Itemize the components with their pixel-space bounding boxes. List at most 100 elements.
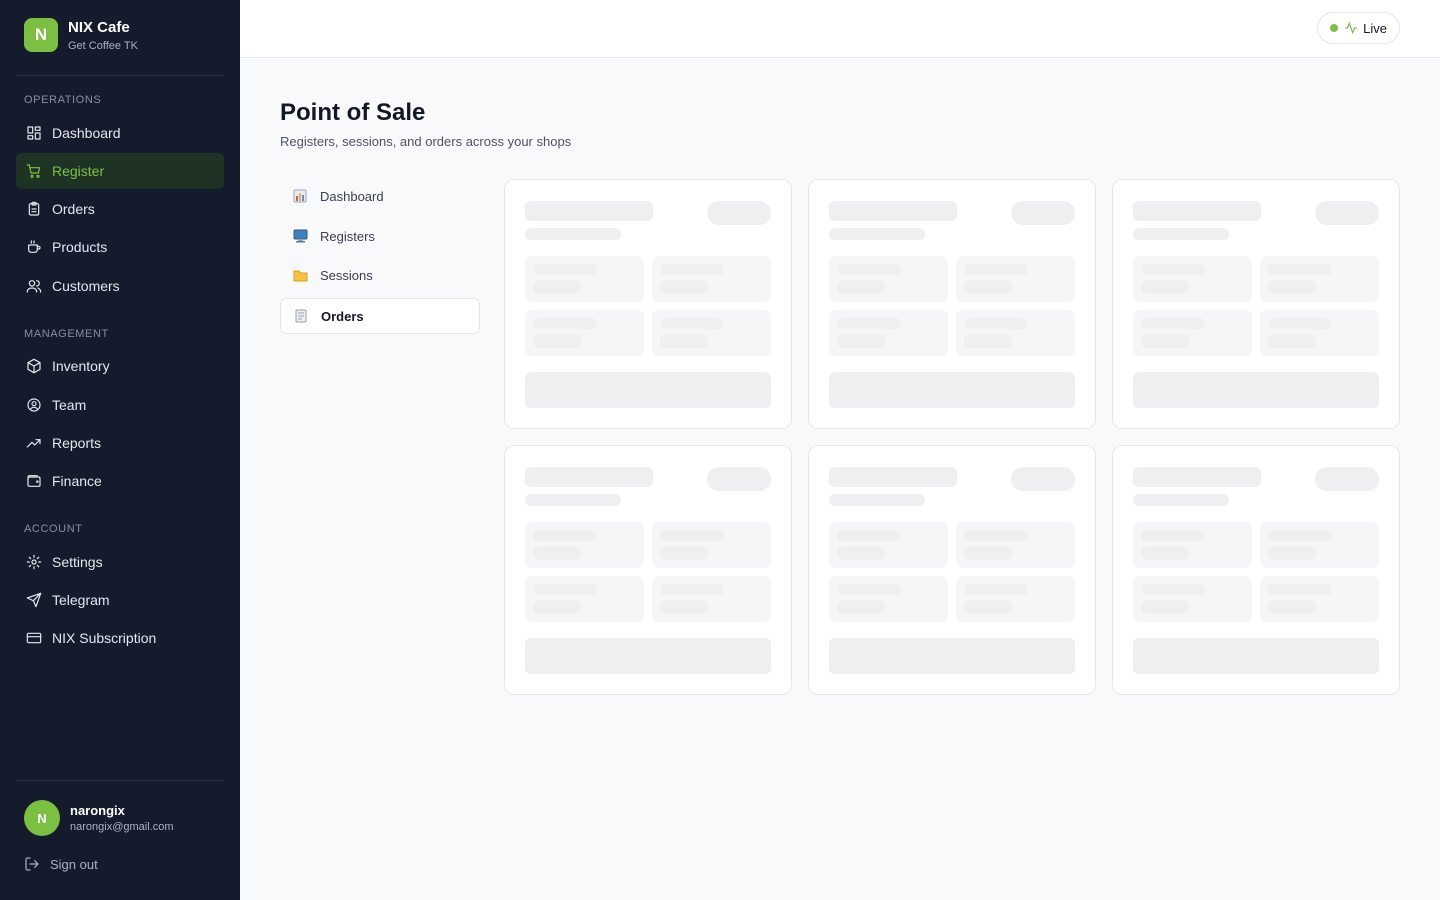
send-icon [26,592,42,608]
brand[interactable]: N NIX Cafe Get Coffee TK [24,18,138,52]
skeleton-stat-value [1141,546,1189,560]
skeleton-stat-label [660,264,724,275]
skeleton-stat-label [1268,264,1332,275]
live-status-badge[interactable]: Live [1317,12,1400,44]
skeleton-action-button [1133,372,1379,408]
skeleton-stat-box [829,522,948,568]
subnav-item-label: Orders [321,308,364,324]
sidebar-item-register[interactable]: Register [16,153,224,189]
skeleton-stat-value [533,280,581,294]
skeleton-stat-label [837,264,901,275]
skeleton-stat-value [660,280,708,294]
folder-icon [292,267,308,283]
sidebar-item-inventory[interactable]: Inventory [16,348,224,384]
skeleton-action-button [525,638,771,674]
skeleton-stat-value [837,334,885,348]
skeleton-action-button [829,372,1075,408]
gear-icon [26,554,42,570]
skeleton-stat-label [837,584,901,595]
sidebar-item-label: Telegram [52,592,110,608]
skeleton-stat-label [964,318,1028,329]
skeleton-card [808,179,1096,429]
skeleton-card [1112,445,1400,695]
sign-out-label: Sign out [50,856,98,872]
subnav-item-label: Sessions [320,267,373,283]
avatar: N [24,800,60,836]
skeleton-title [1133,467,1261,487]
skeleton-stat-box [956,522,1075,568]
clipboard-icon [26,201,42,217]
user-profile[interactable]: N narongix narongix@gmail.com [24,800,174,836]
sidebar-item-finance[interactable]: Finance [16,463,224,499]
sidebar-item-label: Reports [52,435,102,451]
skeleton-stat-box [1133,310,1252,356]
skeleton-stat-label [1268,318,1332,329]
sidebar-item-label: Settings [52,554,103,570]
skeleton-subtitle [829,494,925,506]
skeleton-stat-label [660,584,724,595]
skeleton-stat-label [964,530,1028,541]
sidebar-divider [16,780,224,781]
skeleton-stat-label [660,530,724,541]
sidebar-item-dashboard[interactable]: Dashboard [16,115,224,151]
live-label: Live [1363,20,1387,36]
sidebar-item-team[interactable]: Team [16,387,224,423]
skeleton-stat-box [829,256,948,302]
sidebar-item-label: Orders [52,201,95,217]
sidebar-item-customers[interactable]: Customers [16,268,224,304]
sidebar-item-settings[interactable]: Settings [16,544,224,580]
skeleton-stat-value [1268,546,1316,560]
trending-up-icon [26,435,42,451]
subnav-item-dashboard[interactable]: Dashboard [280,178,480,214]
skeleton-title [829,201,957,221]
sidebar-item-reports[interactable]: Reports [16,425,224,461]
subnav-item-sessions[interactable]: Sessions [280,257,480,293]
section-label-management: MANAGEMENT [24,328,109,340]
skeleton-title [525,201,653,221]
skeleton-badge [1315,467,1379,491]
sidebar-item-products[interactable]: Products [16,229,224,265]
skeleton-stat-label [533,530,597,541]
brand-logo: N [24,18,58,52]
skeleton-stat-box [652,256,771,302]
sidebar-item-telegram[interactable]: Telegram [16,582,224,618]
sidebar-item-label: Register [52,163,105,179]
sidebar-item-label: Finance [52,473,102,489]
skeleton-stat-label [837,530,901,541]
skeleton-stat-box [525,576,644,622]
sidebar-item-nix-subscription[interactable]: NIX Subscription [16,620,224,656]
skeleton-stat-box [956,576,1075,622]
subnav-item-orders[interactable]: Orders [280,298,480,334]
subnav-item-registers[interactable]: Registers [280,218,480,254]
subnav-item-label: Dashboard [320,188,384,204]
sidebar-item-label: Customers [52,278,120,294]
sign-out-button[interactable]: Sign out [24,856,98,872]
cart-icon [26,163,42,179]
sidebar-item-orders[interactable]: Orders [16,191,224,227]
skeleton-badge [1011,467,1075,491]
skeleton-stat-value [1141,600,1189,614]
skeleton-stat-value [1141,334,1189,348]
skeleton-title [1133,201,1261,221]
skeleton-stat-label [964,584,1028,595]
monitor-icon [292,228,308,244]
coffee-cup-icon [26,239,42,255]
skeleton-stat-box [525,522,644,568]
user-email: narongix@gmail.com [70,821,174,833]
page-subtitle: Registers, sessions, and orders across y… [280,134,572,149]
skeleton-stat-value [533,546,581,560]
skeleton-stat-box [1260,576,1379,622]
user-circle-icon [26,397,42,413]
skeleton-stat-box [956,310,1075,356]
skeleton-stat-box [1260,522,1379,568]
skeleton-title [525,467,653,487]
skeleton-stat-label [1141,318,1205,329]
user-name: narongix [70,803,125,818]
subnav-item-label: Registers [320,228,375,244]
skeleton-stat-value [533,334,581,348]
skeleton-card [504,445,792,695]
sidebar-item-label: NIX Subscription [52,630,157,646]
section-label-account: ACCOUNT [24,523,83,535]
top-bar: Live [240,0,1440,58]
skeleton-stat-label [964,264,1028,275]
